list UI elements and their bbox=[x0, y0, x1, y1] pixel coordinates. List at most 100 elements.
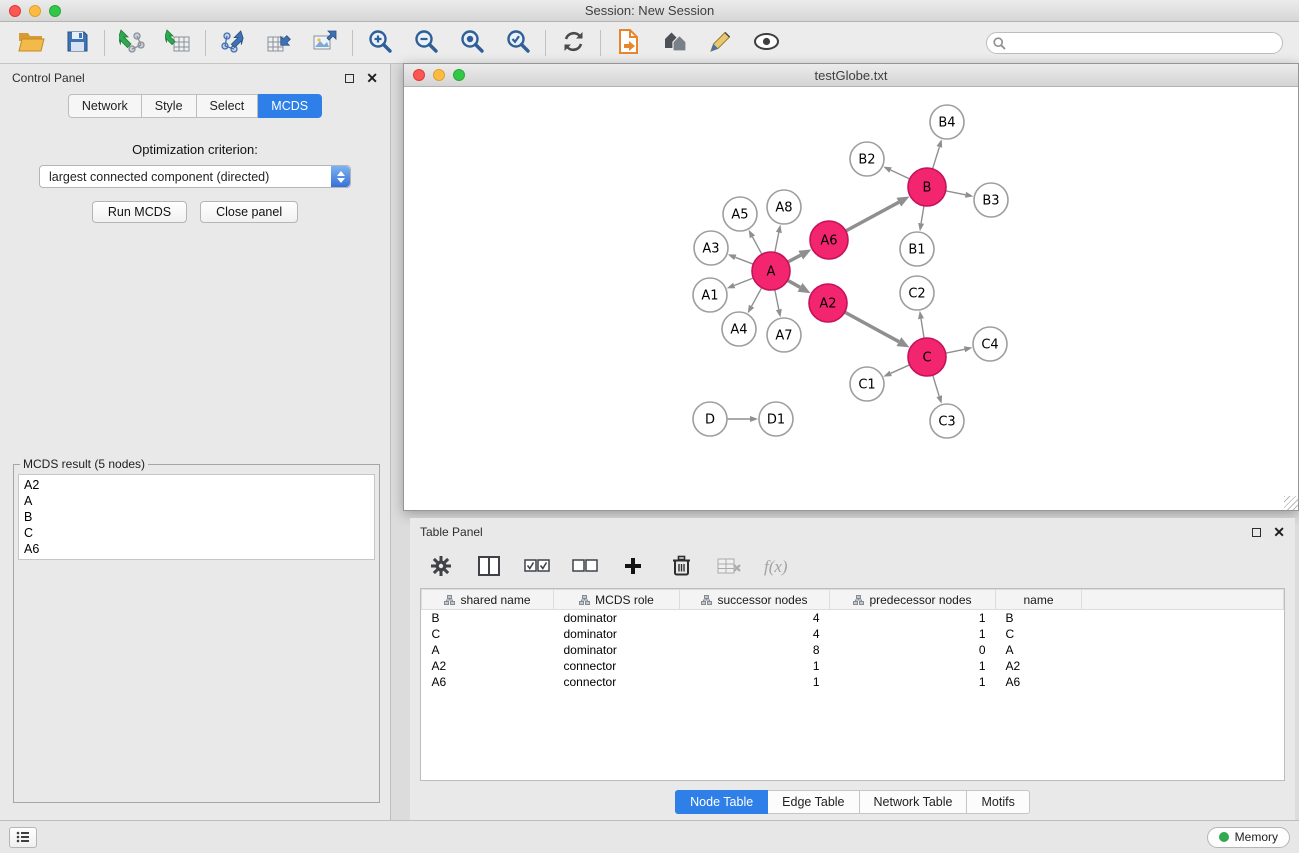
table-cell[interactable]: B bbox=[996, 610, 1082, 626]
table-row[interactable]: Adominator80A bbox=[422, 642, 1284, 658]
zoom-network-window-button[interactable] bbox=[453, 69, 465, 81]
table-cell[interactable]: 1 bbox=[680, 674, 830, 690]
tab-select[interactable]: Select bbox=[197, 94, 259, 118]
column-header-successor-nodes[interactable]: successor nodes bbox=[680, 590, 830, 610]
column-header-shared-name[interactable]: shared name bbox=[422, 590, 554, 610]
graph-edge[interactable] bbox=[918, 206, 924, 231]
criterion-dropdown[interactable]: largest connected component (directed) bbox=[39, 165, 351, 188]
table-cell[interactable]: 1 bbox=[830, 658, 996, 674]
graph-edge[interactable] bbox=[775, 290, 782, 318]
graph-node[interactable]: A7 bbox=[767, 318, 801, 352]
edit-style-button[interactable] bbox=[705, 28, 735, 58]
zoom-window-button[interactable] bbox=[49, 5, 61, 17]
table-cell[interactable]: connector bbox=[554, 674, 680, 690]
table-cell[interactable]: A2 bbox=[422, 658, 554, 674]
graph-edge[interactable] bbox=[775, 225, 782, 253]
graph-node[interactable]: B4 bbox=[930, 105, 964, 139]
import-table-file-button[interactable] bbox=[163, 28, 193, 58]
table-cell[interactable]: B bbox=[422, 610, 554, 626]
graph-node[interactable]: D bbox=[693, 402, 727, 436]
table-cell[interactable]: A bbox=[996, 642, 1082, 658]
graph-node[interactable]: A5 bbox=[723, 197, 757, 231]
table-cell[interactable]: A bbox=[422, 642, 554, 658]
table-cell[interactable]: 4 bbox=[680, 610, 830, 626]
memory-button[interactable]: Memory bbox=[1207, 827, 1290, 848]
graph-node[interactable]: C4 bbox=[973, 327, 1007, 361]
graph-edge[interactable] bbox=[788, 249, 812, 262]
panel-menu-button[interactable] bbox=[9, 827, 37, 848]
export-table-button[interactable] bbox=[264, 28, 294, 58]
graph-edge[interactable] bbox=[946, 346, 973, 353]
table-cell[interactable]: A6 bbox=[422, 674, 554, 690]
zoom-in-button[interactable] bbox=[365, 28, 395, 58]
tab-mcds[interactable]: MCDS bbox=[258, 94, 322, 118]
graph-edge[interactable] bbox=[883, 365, 909, 377]
window-resize-grip[interactable] bbox=[1284, 496, 1298, 510]
graph-node[interactable]: C3 bbox=[930, 404, 964, 438]
minimize-window-button[interactable] bbox=[29, 5, 41, 17]
table-cell[interactable]: 4 bbox=[680, 626, 830, 642]
table-cell[interactable]: 1 bbox=[830, 626, 996, 642]
graph-node[interactable]: D1 bbox=[759, 402, 793, 436]
table-cell[interactable]: C bbox=[996, 626, 1082, 642]
graph-edge[interactable] bbox=[933, 375, 942, 404]
delete-column-button[interactable] bbox=[668, 554, 694, 580]
search-input[interactable] bbox=[986, 32, 1283, 54]
function-builder-button[interactable]: f(x) bbox=[764, 557, 788, 577]
float-table-panel-button[interactable] bbox=[1252, 528, 1261, 537]
table-cell[interactable]: connector bbox=[554, 658, 680, 674]
apply-layout-button[interactable] bbox=[558, 28, 588, 58]
table-cell[interactable]: A6 bbox=[996, 674, 1082, 690]
network-overview-button[interactable] bbox=[659, 28, 689, 58]
minimize-network-window-button[interactable] bbox=[433, 69, 445, 81]
run-mcds-button[interactable]: Run MCDS bbox=[92, 201, 187, 223]
table-row[interactable]: A6connector11A6 bbox=[422, 674, 1284, 690]
export-network-button[interactable] bbox=[218, 28, 248, 58]
mcds-result-item[interactable]: A bbox=[24, 493, 369, 509]
tab-style[interactable]: Style bbox=[142, 94, 197, 118]
close-network-window-button[interactable] bbox=[413, 69, 425, 81]
graph-edge[interactable] bbox=[788, 280, 811, 293]
graph-edge[interactable] bbox=[845, 312, 910, 347]
table-cell[interactable]: A2 bbox=[996, 658, 1082, 674]
graph-node[interactable]: B1 bbox=[900, 232, 934, 266]
show-hide-button[interactable] bbox=[751, 28, 781, 58]
table-cell[interactable]: dominator bbox=[554, 642, 680, 658]
graph-node[interactable]: A bbox=[752, 252, 790, 290]
tab-motifs[interactable]: Motifs bbox=[967, 790, 1029, 814]
graph-node[interactable]: C1 bbox=[850, 367, 884, 401]
mcds-result-item[interactable]: B bbox=[24, 509, 369, 525]
select-all-button[interactable] bbox=[524, 554, 550, 580]
zoom-selected-button[interactable] bbox=[503, 28, 533, 58]
table-cell[interactable]: 1 bbox=[680, 658, 830, 674]
graph-node[interactable]: A4 bbox=[722, 312, 756, 346]
delete-table-button[interactable] bbox=[716, 554, 742, 580]
column-header-predecessor-nodes[interactable]: predecessor nodes bbox=[830, 590, 996, 610]
close-table-panel-button[interactable]: ✕ bbox=[1273, 525, 1285, 539]
table-cell[interactable]: C bbox=[422, 626, 554, 642]
graph-edge[interactable] bbox=[727, 416, 758, 422]
graph-node[interactable]: A3 bbox=[694, 231, 728, 265]
graph-edge[interactable] bbox=[749, 230, 762, 255]
graph-edge[interactable] bbox=[748, 288, 762, 314]
save-session-button[interactable] bbox=[62, 28, 92, 58]
network-canvas[interactable]: B4B2BB3A5A8A6B1A3AC2A1A2A4A7C4CC1C3DD1 bbox=[404, 87, 1297, 510]
document-export-button[interactable] bbox=[613, 28, 643, 58]
graph-node[interactable]: A2 bbox=[809, 284, 847, 322]
export-image-button[interactable] bbox=[310, 28, 340, 58]
table-row[interactable]: Bdominator41B bbox=[422, 610, 1284, 626]
zoom-out-button[interactable] bbox=[411, 28, 441, 58]
mcds-result-list[interactable]: A2ABCA6 bbox=[18, 474, 375, 560]
column-header-name[interactable]: name bbox=[996, 590, 1082, 610]
import-network-file-button[interactable] bbox=[117, 28, 147, 58]
close-panel-button[interactable]: Close panel bbox=[200, 201, 298, 223]
graph-node[interactable]: C bbox=[908, 338, 946, 376]
close-panel-icon-button[interactable]: ✕ bbox=[366, 71, 378, 85]
graph-node[interactable]: A6 bbox=[810, 221, 848, 259]
graph-node[interactable]: A8 bbox=[767, 190, 801, 224]
table-row[interactable]: A2connector11A2 bbox=[422, 658, 1284, 674]
graph-edge[interactable] bbox=[727, 278, 754, 288]
graph-node[interactable]: A1 bbox=[693, 278, 727, 312]
column-header-mcds-role[interactable]: MCDS role bbox=[554, 590, 680, 610]
mcds-result-item[interactable]: A6 bbox=[24, 541, 369, 557]
